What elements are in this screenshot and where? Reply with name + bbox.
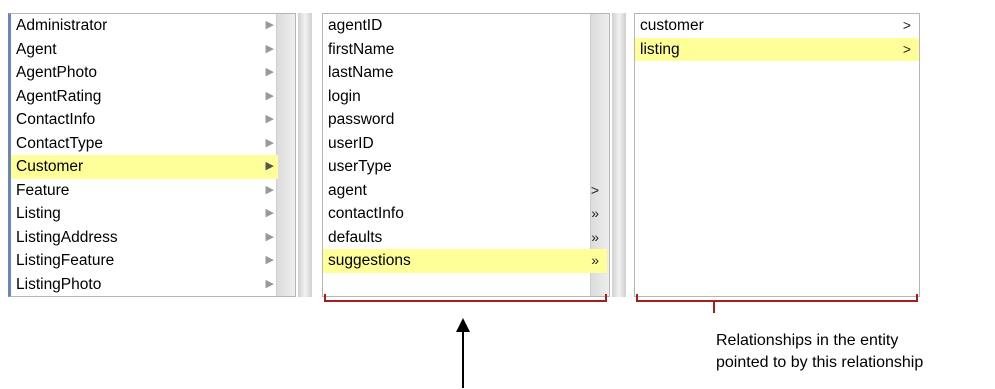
property-item[interactable]: agentID <box>323 14 607 38</box>
disclosure-arrow-icon: > <box>590 181 599 198</box>
entity-browser-column[interactable]: Administrator ▶ Agent ▶ AgentPhoto ▶ AgentRati… <box>8 13 296 297</box>
entity-item-label: AgentPhoto <box>16 64 98 81</box>
relationship-item-label: customer <box>640 17 704 34</box>
entity-item-label: ContactType <box>16 134 104 152</box>
annotation-caption: Relationships in the entity pointed to b… <box>716 330 923 374</box>
entity-item-label: Agent <box>16 40 57 58</box>
property-item[interactable]: password <box>323 108 607 132</box>
property-item-label: suggestions <box>328 252 411 269</box>
column-resizer-1[interactable] <box>298 13 312 297</box>
disclosure-arrow-icon: ▶ <box>265 207 274 219</box>
entity-item-label: ListingAddress <box>16 228 118 246</box>
disclosure-arrow-icon: ▶ <box>265 89 274 102</box>
relationship-browser-column[interactable]: customer > listing > <box>634 13 920 297</box>
caption-line-2: pointed to by this relationship <box>716 354 924 371</box>
property-column-bracket <box>324 294 607 302</box>
entity-item-label: ListingFeature <box>16 252 115 269</box>
disclosure-arrow-icon: ▶ <box>265 42 274 55</box>
disclosure-arrow-icon: ▶ <box>265 113 274 125</box>
relationship-item[interactable]: customer > <box>635 14 919 38</box>
disclosure-arrow-icon: ▶ <box>265 66 274 78</box>
entity-item-label: Administrator <box>16 17 108 34</box>
entity-item-label: Customer <box>16 158 84 175</box>
entity-item[interactable]: Listing ▶ <box>11 202 278 226</box>
property-item[interactable]: contactInfo » <box>323 202 607 226</box>
entity-item[interactable]: AgentPhoto ▶ <box>11 61 278 85</box>
disclosure-arrow-icon: > <box>902 40 911 57</box>
property-item-label: userID <box>328 134 374 152</box>
entity-item[interactable]: Administrator ▶ <box>11 14 278 38</box>
entity-item[interactable]: Customer ▶ <box>11 155 278 179</box>
property-item[interactable]: login <box>323 85 607 109</box>
property-item-label: userType <box>328 158 392 175</box>
property-item-label: agentID <box>328 17 383 34</box>
property-item-label: lastName <box>328 64 394 81</box>
relationship-item[interactable]: listing > <box>635 37 919 61</box>
disclosure-arrow-icon: ▶ <box>265 230 274 243</box>
entity-item-label: Feature <box>16 181 70 199</box>
column-resizer-2[interactable] <box>612 13 626 297</box>
property-item-label: password <box>328 111 395 128</box>
disclosure-arrow-icon: » <box>591 228 599 245</box>
disclosure-arrow-icon: » <box>591 205 599 221</box>
entity-item[interactable]: ListingAddress ▶ <box>11 226 278 250</box>
disclosure-arrow-icon: > <box>902 17 911 33</box>
entity-item[interactable]: ContactType ▶ <box>11 132 278 156</box>
entity-item[interactable]: ListingPhoto ▶ <box>11 273 278 297</box>
relationship-item-label: listing <box>640 40 680 58</box>
entity-item[interactable]: ListingFeature ▶ <box>11 249 278 273</box>
entity-column-scrollbar[interactable] <box>276 14 295 296</box>
caption-line-1: Relationships in the entity <box>716 332 899 349</box>
entity-item[interactable]: Feature ▶ <box>11 179 278 203</box>
up-arrow-shaft <box>462 330 464 388</box>
property-item[interactable]: defaults » <box>323 226 607 250</box>
property-item[interactable]: firstName <box>323 38 607 62</box>
entity-item-label: AgentRating <box>16 87 102 105</box>
property-item[interactable]: lastName <box>323 61 607 85</box>
entity-item[interactable]: ContactInfo ▶ <box>11 108 278 132</box>
disclosure-arrow-icon: ▶ <box>265 254 274 266</box>
entity-item[interactable]: AgentRating ▶ <box>11 85 278 109</box>
relationship-column-bracket <box>636 294 918 302</box>
property-item-label: agent <box>328 181 367 199</box>
disclosure-arrow-icon: ▶ <box>265 136 274 149</box>
entity-item-label: ContactInfo <box>16 111 96 128</box>
property-item[interactable]: agent > <box>323 179 607 203</box>
property-item-label: defaults <box>328 228 383 246</box>
property-browser-column[interactable]: agentID firstName lastName login password use… <box>322 13 610 297</box>
disclosure-arrow-icon: ▶ <box>265 277 274 290</box>
disclosure-arrow-icon: ▶ <box>265 19 274 31</box>
property-item[interactable]: userType <box>323 155 607 179</box>
entity-item[interactable]: Agent ▶ <box>11 38 278 62</box>
entity-item-label: Listing <box>16 205 61 222</box>
property-item-label: firstName <box>328 40 395 58</box>
property-item-label: login <box>328 87 361 105</box>
property-item-label: contactInfo <box>328 205 404 222</box>
disclosure-arrow-icon: ▶ <box>265 160 274 172</box>
entity-item-label: ListingPhoto <box>16 275 102 293</box>
disclosure-arrow-icon: ▶ <box>265 183 274 196</box>
property-item[interactable]: suggestions » <box>323 249 607 273</box>
disclosure-arrow-icon: » <box>591 252 599 268</box>
property-item[interactable]: userID <box>323 132 607 156</box>
bracket-pointer-tick <box>713 302 715 313</box>
